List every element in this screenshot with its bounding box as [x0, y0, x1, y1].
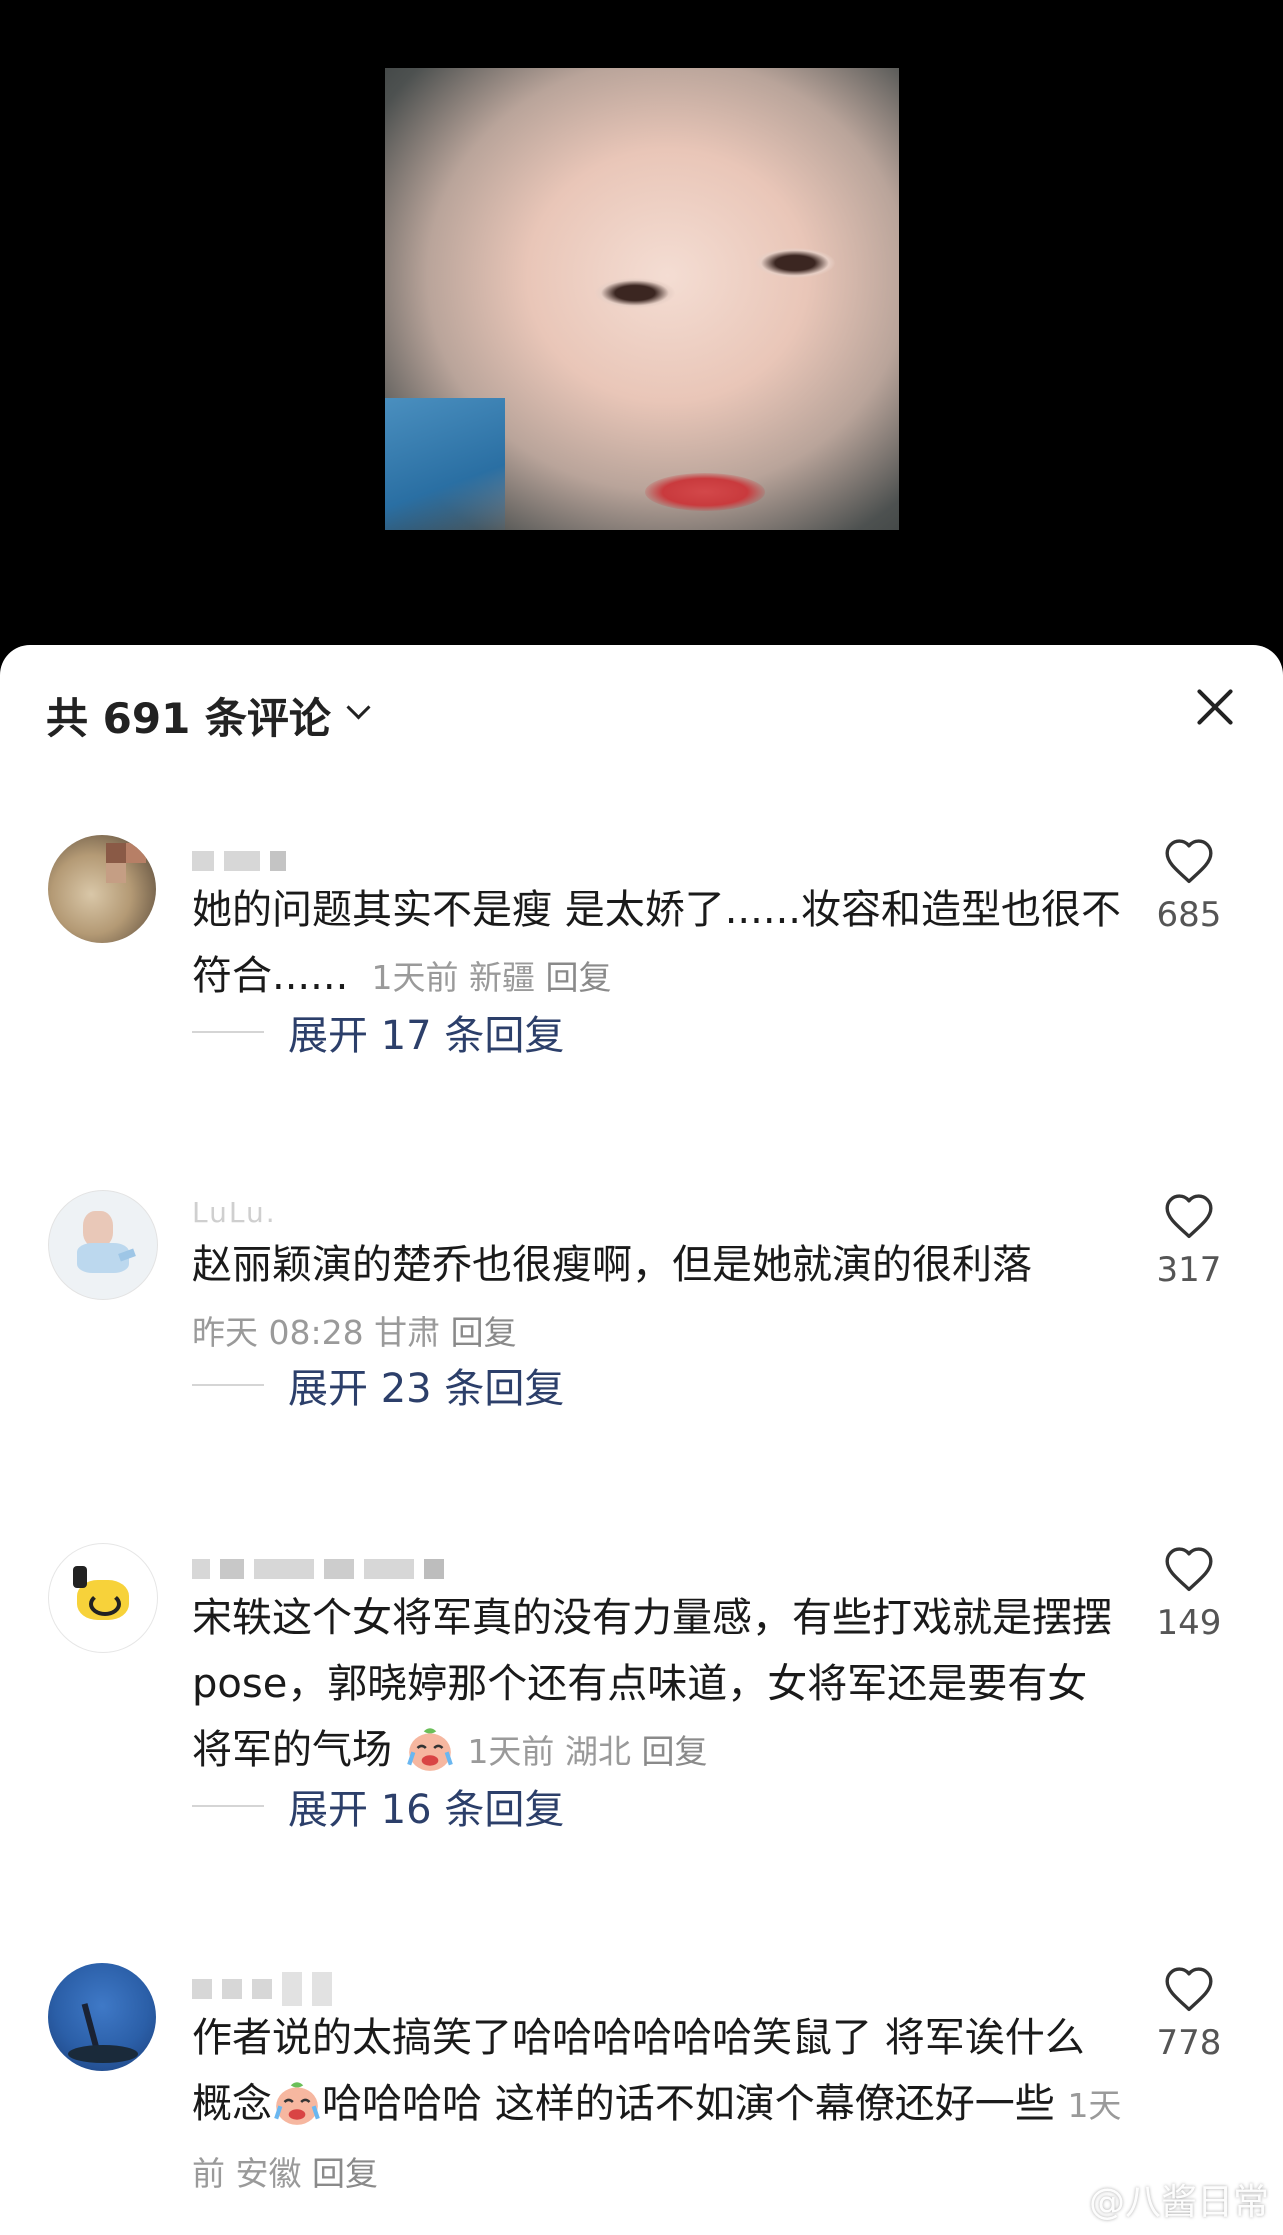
like-count: 317 — [1156, 1250, 1222, 1290]
weibo-logo-icon — [1044, 2191, 1080, 2219]
reply-button[interactable]: 回复 — [546, 958, 612, 997]
avatar[interactable] — [48, 1190, 158, 1300]
watermark-text: @八酱日常 — [1088, 2182, 1269, 2223]
comment-location: 湖北 — [564, 1732, 631, 1771]
comment-location: 甘肃 — [374, 1313, 441, 1352]
comment-text: 赵丽颖演的楚乔也很瘦啊，但是她就演的很利落 — [192, 1242, 1032, 1288]
reply-button[interactable]: 回复 — [312, 2154, 378, 2193]
like-button[interactable]: 149 — [1139, 1543, 1239, 1643]
reply-button[interactable]: 回复 — [451, 1313, 517, 1352]
avatar[interactable] — [48, 1543, 158, 1653]
heart-icon[interactable] — [1162, 1190, 1216, 1240]
crying-laughing-emoji-icon — [274, 2082, 320, 2125]
video-thumbnail[interactable] — [385, 68, 899, 530]
comment-time: 1天前 — [371, 958, 459, 997]
comment-text: 她的问题其实不是瘦 是太娇了......妆容和造型也很不符合...... — [192, 887, 1122, 999]
expand-replies-button[interactable]: 展开 23 条回复 — [192, 1360, 564, 1412]
heart-icon[interactable] — [1162, 835, 1216, 885]
comment-body: 赵丽颖演的楚乔也很瘦啊，但是她就演的很利落 昨天 08:28 甘肃 回复 — [192, 1232, 1122, 1366]
expand-replies-label: 展开 23 条回复 — [288, 1366, 565, 1412]
comment-meta: 1天前 湖北 回复 — [467, 1732, 707, 1771]
expand-replies-label: 展开 17 条回复 — [288, 1013, 565, 1059]
comment-time: 昨天 08:28 — [192, 1313, 364, 1352]
comment-username[interactable]: LuLu. — [192, 1196, 277, 1229]
like-button[interactable]: 778 — [1139, 1963, 1239, 2063]
like-button[interactable]: 317 — [1139, 1190, 1239, 1290]
chevron-down-icon[interactable] — [346, 695, 371, 720]
expand-replies-label: 展开 16 条回复 — [288, 1787, 565, 1833]
comment-username[interactable] — [192, 843, 296, 876]
comment-username[interactable] — [192, 1551, 454, 1584]
avatar[interactable] — [48, 1963, 156, 2071]
like-count: 149 — [1156, 1603, 1222, 1643]
crying-laughing-emoji-icon — [406, 1728, 453, 1771]
comment-time: 1天前 — [467, 1732, 555, 1771]
comment-location: 新疆 — [469, 958, 536, 997]
expand-replies-button[interactable]: 展开 16 条回复 — [192, 1781, 564, 1833]
close-button[interactable] — [1187, 679, 1243, 735]
comment-location: 安徽 — [235, 2154, 302, 2193]
comment-username[interactable] — [192, 1971, 342, 2006]
like-button[interactable]: 685 — [1139, 835, 1239, 935]
watermark: @八酱日常 — [1043, 2173, 1269, 2225]
heart-icon[interactable] — [1162, 1543, 1216, 1593]
avatar[interactable] — [48, 835, 156, 943]
comment-body: 作者说的太搞笑了哈哈哈哈哈哈笑鼠了 将军诶什么概念 哈哈哈哈 这样的话不如演个幕… — [192, 2005, 1122, 2207]
video-player[interactable] — [0, 0, 1283, 660]
comment-count-title[interactable]: 共 691 条评论 — [46, 685, 331, 746]
comment-meta: 1天前 新疆 回复 — [361, 958, 612, 997]
expand-replies-button[interactable]: 展开 17 条回复 — [192, 1007, 564, 1059]
comment-meta: 昨天 08:28 甘肃 回复 — [192, 1313, 517, 1352]
comment-sheet: 共 691 条评论 她的问题其实不是瘦 是太娇了......妆容和造型也很不符合… — [0, 645, 1283, 2235]
comment-sheet-header: 共 691 条评论 — [46, 685, 1243, 745]
comment-body: 宋轶这个女将军真的没有力量感，有些打戏就是摆摆pose，郭晓婷那个还有点味道，女… — [192, 1585, 1122, 1785]
comment-text: 哈哈哈哈 这样的话不如演个幕僚还好一些 — [322, 2081, 1055, 2127]
like-count: 778 — [1156, 2023, 1222, 2063]
heart-icon[interactable] — [1162, 1963, 1216, 2013]
comment-body: 她的问题其实不是瘦 是太娇了......妆容和造型也很不符合...... 1天前… — [192, 877, 1122, 1011]
like-count: 685 — [1156, 895, 1222, 935]
reply-button[interactable]: 回复 — [641, 1732, 707, 1771]
